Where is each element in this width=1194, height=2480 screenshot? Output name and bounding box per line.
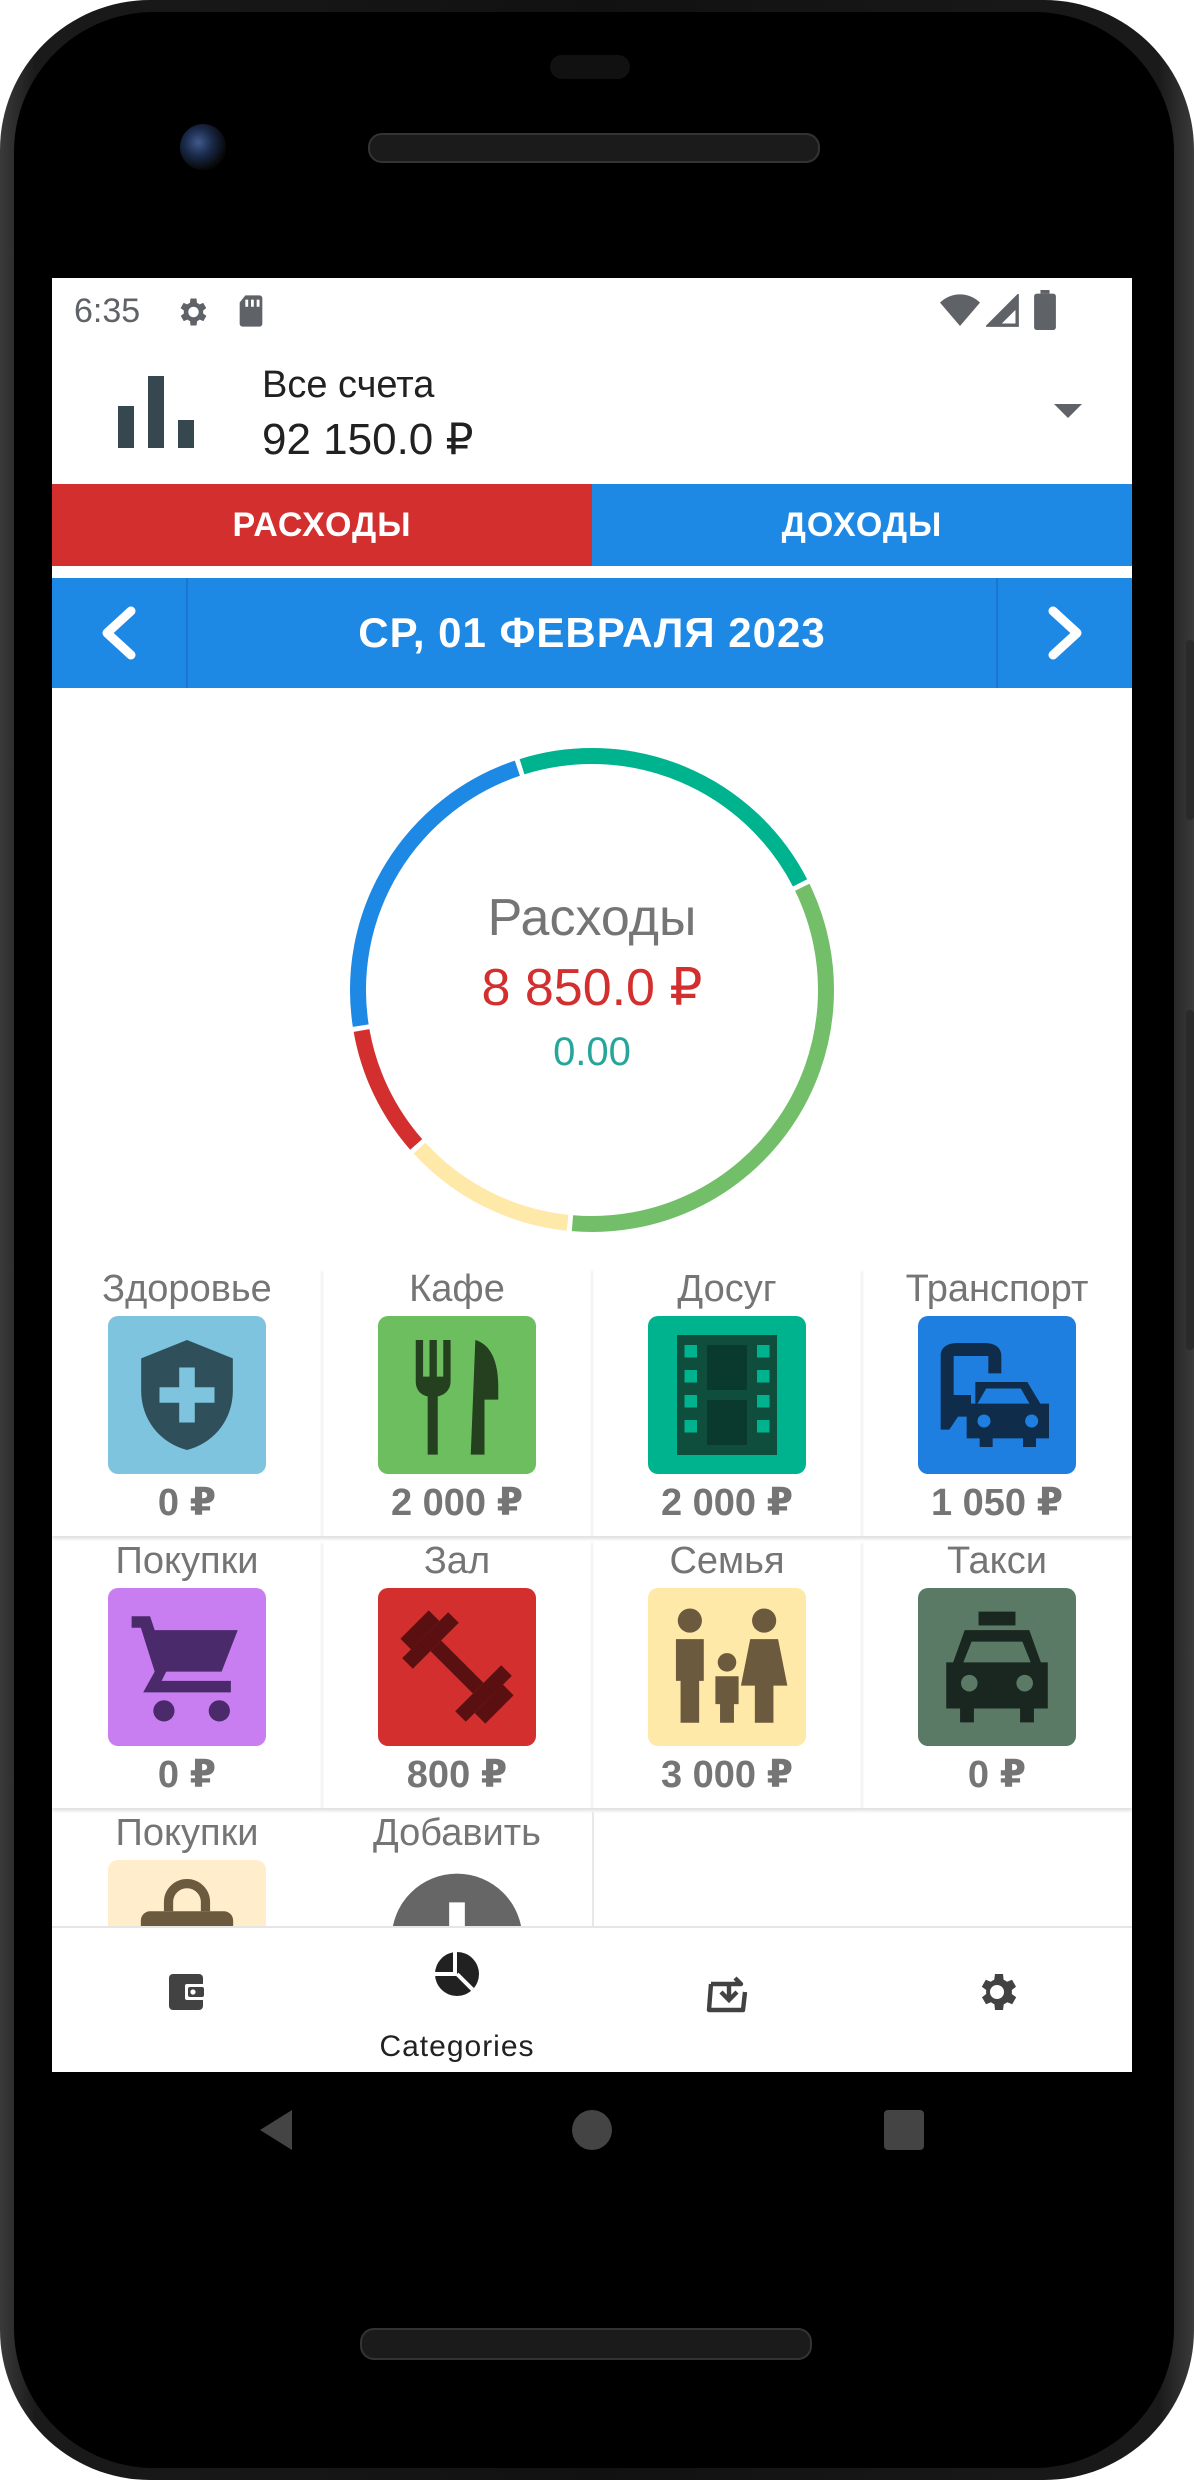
tab-income[interactable]: ДОХОДЫ: [592, 484, 1132, 566]
nav-settings[interactable]: [862, 1928, 1132, 2072]
bottom-speaker: [360, 2328, 812, 2360]
volume-button: [1186, 1010, 1194, 1350]
category-tile-family[interactable]: Семья 3 000 ₽: [592, 1540, 862, 1808]
back-icon[interactable]: [256, 2108, 296, 2152]
system-navigation-bar: [0, 2072, 1194, 2202]
sd-card-icon: [239, 295, 263, 327]
category-amount: 0 ₽: [157, 1482, 217, 1524]
next-date-button[interactable]: [996, 578, 1132, 688]
category-tile-leisure[interactable]: Досуг 2 000 ₽: [592, 1268, 862, 1536]
category-amount: 0 ₽: [967, 1754, 1027, 1796]
tab-expenses[interactable]: РАСХОДЫ: [52, 484, 592, 566]
family-icon: [648, 1588, 806, 1746]
wifi-icon: [940, 294, 980, 326]
status-bar: 6:35: [52, 278, 1132, 342]
category-amount: 3 000 ₽: [660, 1754, 794, 1796]
category-name: Покупки: [115, 1540, 259, 1582]
category-tile-health[interactable]: Здоровье 0 ₽: [52, 1268, 322, 1536]
front-camera-icon: [180, 124, 226, 170]
account-name: Все счета: [262, 364, 435, 406]
bottom-navigation: Categories: [52, 1926, 1132, 2072]
transfer-icon: [706, 1976, 748, 2013]
category-amount: 800 ₽: [406, 1754, 508, 1796]
taxi-icon: [918, 1588, 1076, 1746]
bus-car-icon: [918, 1316, 1076, 1474]
category-name: Такси: [947, 1540, 1047, 1582]
chevron-left-icon: [102, 606, 136, 660]
power-button: [1186, 640, 1194, 820]
donut-summary: Расходы 8 850.0 ₽ 0.00: [342, 740, 842, 1240]
category-name: Кафе: [409, 1268, 505, 1310]
nav-categories[interactable]: Categories: [322, 1928, 592, 2072]
bar-chart-icon: [118, 376, 194, 448]
shield-plus-icon: [108, 1316, 266, 1474]
nav-accounts[interactable]: [52, 1928, 322, 2072]
account-balance: 92 150.0 ₽: [262, 415, 474, 464]
date-navigator: СР, 01 ФЕВРАЛЯ 2023: [52, 578, 1132, 688]
account-selector[interactable]: Все счета 92 150.0 ₽: [52, 342, 1132, 464]
status-time: 6:35: [74, 292, 141, 330]
home-icon[interactable]: [572, 2110, 612, 2150]
nav-transactions[interactable]: [592, 1928, 862, 2072]
summary-title: Расходы: [487, 889, 697, 947]
category-tile-shopping[interactable]: Покупки 0 ₽: [52, 1540, 322, 1808]
nav-categories-label: Categories: [379, 2030, 535, 2063]
category-name: Семья: [669, 1540, 785, 1582]
shopping-cart-icon: [108, 1588, 266, 1746]
category-name: Досуг: [677, 1268, 777, 1310]
battery-icon: [1034, 290, 1056, 330]
category-tile-transport[interactable]: Транспорт 1 050 ₽: [862, 1268, 1132, 1536]
pie-chart-icon: [435, 1952, 479, 1996]
category-tile-gym[interactable]: Зал 800 ₽: [322, 1540, 592, 1808]
proximity-sensor: [550, 55, 630, 79]
category-amount: 2 000 ₽: [660, 1482, 794, 1524]
signal-icon: [986, 294, 1019, 327]
fork-knife-icon: [378, 1316, 536, 1474]
prev-date-button[interactable]: [52, 578, 188, 688]
app-screen: 6:35 Все счета 92 150.0 ₽ РАСХОДЫ ДОХОДЫ…: [52, 278, 1132, 2072]
current-date[interactable]: СР, 01 ФЕВРАЛЯ 2023: [188, 578, 996, 688]
settings-status-icon: [180, 298, 207, 326]
summary-amount: 8 850.0 ₽: [481, 959, 703, 1017]
chevron-down-icon[interactable]: [1054, 404, 1082, 418]
dumbbell-icon: [378, 1588, 536, 1746]
chevron-right-icon: [1048, 606, 1082, 660]
category-amount: 1 050 ₽: [930, 1482, 1064, 1524]
category-name: Транспорт: [905, 1268, 1089, 1310]
type-tabs: РАСХОДЫ ДОХОДЫ: [52, 484, 1132, 566]
category-amount: 2 000 ₽: [390, 1482, 524, 1524]
category-name: Добавить: [373, 1812, 541, 1854]
category-tile-cafe[interactable]: Кафе 2 000 ₽: [322, 1268, 592, 1536]
category-tile-taxi[interactable]: Такси 0 ₽: [862, 1540, 1132, 1808]
wallet-icon: [169, 1974, 207, 2010]
category-name: Здоровье: [102, 1268, 272, 1310]
gear-icon: [981, 1974, 1017, 2010]
film-strip-icon: [648, 1316, 806, 1474]
category-amount: 0 ₽: [157, 1754, 217, 1796]
category-name: Зал: [423, 1540, 491, 1582]
category-name: Покупки: [115, 1812, 259, 1854]
summary-sub: 0.00: [553, 1030, 631, 1074]
earpiece-speaker: [368, 133, 820, 163]
recents-icon[interactable]: [884, 2110, 924, 2150]
